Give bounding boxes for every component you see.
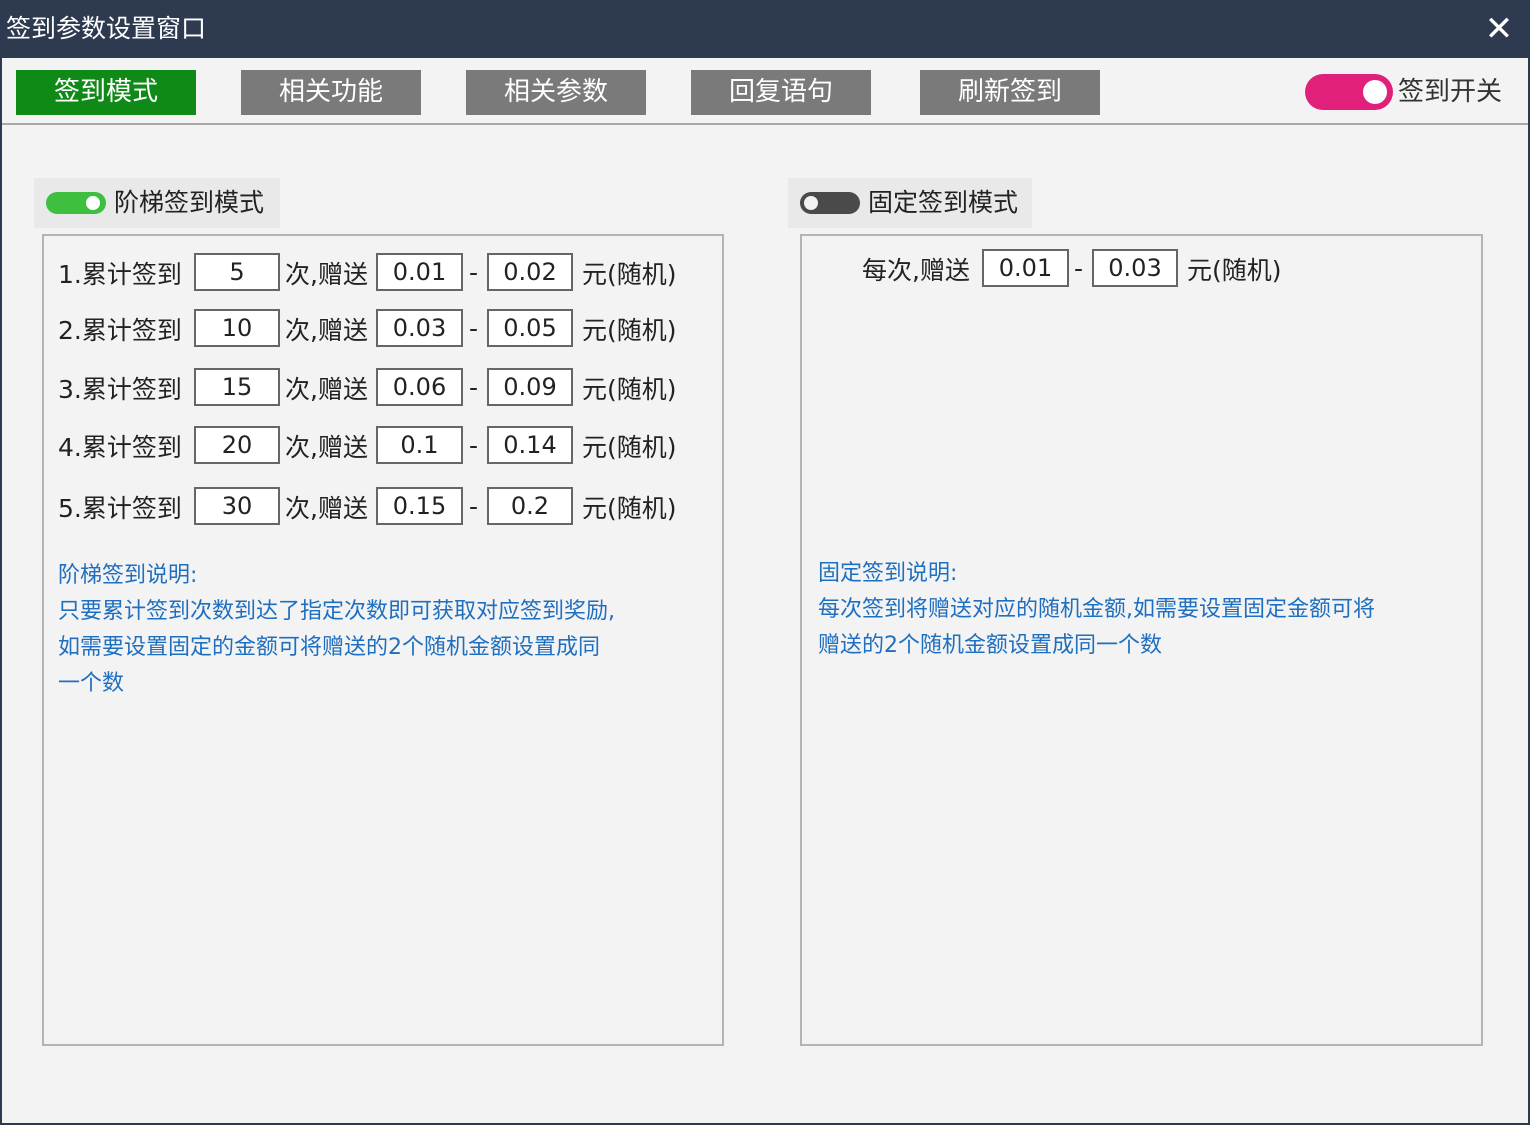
title-bar: 签到参数设置窗口 ✕ — [0, 0, 1530, 58]
toggle-knob — [86, 196, 100, 210]
tab-divider — [2, 123, 1528, 125]
ladder-max-input[interactable] — [487, 253, 573, 291]
tab-reply-sentences[interactable]: 回复语句 — [691, 70, 871, 115]
tab-sign-mode[interactable]: 签到模式 — [16, 70, 196, 115]
unit-label: 元(随机) — [582, 260, 677, 289]
fixed-note-line: 每次签到将赠送对应的随机金额,如需要设置固定金额可将 — [818, 597, 1375, 622]
ladder-min-input[interactable] — [376, 368, 463, 406]
unit-label: 元(随机) — [582, 433, 677, 462]
tab-refresh-sign[interactable]: 刷新签到 — [920, 70, 1100, 115]
ladder-count-input[interactable] — [194, 253, 280, 291]
ladder-min-input[interactable] — [376, 309, 463, 347]
ladder-row-label: 5.累计签到 — [58, 494, 182, 523]
ladder-times-label: 次,赠送 — [285, 316, 368, 345]
unit-label: 元(随机) — [582, 494, 677, 523]
range-dash: - — [1074, 254, 1084, 283]
toggle-knob — [1363, 80, 1387, 104]
ladder-note-title: 阶梯签到说明: — [58, 563, 198, 588]
fixed-max-input[interactable] — [1092, 249, 1178, 287]
range-dash: - — [469, 431, 479, 460]
ladder-mode-toggle[interactable] — [46, 192, 106, 214]
ladder-mode-label: 阶梯签到模式 — [114, 188, 265, 217]
fixed-prefix-label: 每次,赠送 — [862, 256, 970, 285]
range-dash: - — [469, 314, 479, 343]
ladder-max-input[interactable] — [487, 487, 573, 525]
ladder-count-input[interactable] — [194, 368, 280, 406]
ladder-row-label: 1.累计签到 — [58, 260, 182, 289]
fixed-mode-label: 固定签到模式 — [868, 188, 1019, 217]
ladder-times-label: 次,赠送 — [285, 375, 368, 404]
ladder-max-input[interactable] — [487, 368, 573, 406]
ladder-max-input[interactable] — [487, 426, 573, 464]
ladder-count-input[interactable] — [194, 487, 280, 525]
close-icon[interactable]: ✕ — [1482, 10, 1516, 48]
window-title: 签到参数设置窗口 — [6, 14, 207, 43]
ladder-note-line: 只要累计签到次数到达了指定次数即可获取对应签到奖励, — [58, 599, 615, 624]
fixed-note-title: 固定签到说明: — [818, 561, 958, 586]
range-dash: - — [469, 373, 479, 402]
ladder-row-label: 4.累计签到 — [58, 433, 182, 462]
ladder-max-input[interactable] — [487, 309, 573, 347]
ladder-mode-header: 阶梯签到模式 — [34, 178, 280, 228]
ladder-min-input[interactable] — [376, 487, 463, 525]
ladder-times-label: 次,赠送 — [285, 260, 368, 289]
unit-label: 元(随机) — [582, 375, 677, 404]
ladder-row-label: 3.累计签到 — [58, 375, 182, 404]
fixed-mode-toggle[interactable] — [800, 192, 860, 214]
range-dash: - — [469, 492, 479, 521]
sign-master-toggle[interactable] — [1305, 74, 1393, 110]
toggle-knob — [804, 196, 818, 210]
ladder-min-input[interactable] — [376, 253, 463, 291]
tab-related-functions[interactable]: 相关功能 — [241, 70, 421, 115]
fixed-min-input[interactable] — [982, 249, 1069, 287]
ladder-times-label: 次,赠送 — [285, 433, 368, 462]
ladder-times-label: 次,赠送 — [285, 494, 368, 523]
ladder-note-line: 如需要设置固定的金额可将赠送的2个随机金额设置成同 — [58, 635, 600, 660]
sign-master-label: 签到开关 — [1398, 77, 1503, 107]
unit-label: 元(随机) — [1187, 256, 1282, 285]
fixed-note-line: 赠送的2个随机金额设置成同一个数 — [818, 633, 1162, 658]
ladder-count-input[interactable] — [194, 426, 280, 464]
unit-label: 元(随机) — [582, 316, 677, 345]
ladder-count-input[interactable] — [194, 309, 280, 347]
ladder-row-label: 2.累计签到 — [58, 316, 182, 345]
range-dash: - — [469, 258, 479, 287]
ladder-note-line: 一个数 — [58, 671, 125, 696]
tab-related-params[interactable]: 相关参数 — [466, 70, 646, 115]
fixed-mode-header: 固定签到模式 — [788, 178, 1032, 228]
ladder-min-input[interactable] — [376, 426, 463, 464]
